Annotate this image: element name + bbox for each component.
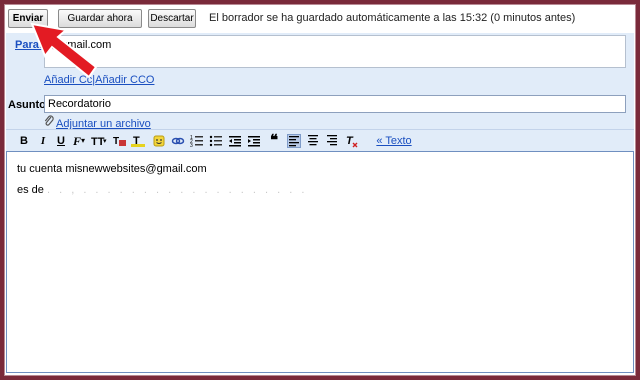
send-button[interactable]: Enviar: [8, 9, 48, 28]
add-cc-link[interactable]: Añadir Cc: [44, 74, 92, 86]
message-body-editor[interactable]: tu cuenta misnewwebsites@gmail.com es de…: [6, 151, 634, 373]
text-color-icon[interactable]: T: [112, 134, 128, 148]
emoticon-icon[interactable]: [152, 134, 166, 148]
svg-text:3: 3: [190, 143, 193, 148]
autosave-status: El borrador se ha guardado automáticamen…: [209, 12, 576, 24]
svg-text:F: F: [72, 134, 81, 148]
highlight-color-icon[interactable]: T: [131, 134, 147, 148]
svg-text:T: T: [133, 135, 140, 147]
paperclip-icon: [44, 115, 56, 130]
align-right-icon[interactable]: [325, 134, 339, 148]
link-icon[interactable]: [171, 134, 185, 148]
bulleted-list-icon[interactable]: [209, 134, 223, 148]
body-line-email: tu cuenta misnewwebsites@gmail.com: [17, 163, 207, 175]
attach-file[interactable]: Adjuntar un archivo: [44, 115, 151, 130]
align-left-icon[interactable]: [287, 134, 301, 148]
quote-icon[interactable]: ❝: [267, 133, 281, 148]
to-field-value: @gmail.com: [50, 39, 112, 51]
body-line-prefix: es de: [17, 184, 44, 196]
font-size-icon[interactable]: TT ▾: [91, 134, 109, 148]
italic-button[interactable]: I: [37, 134, 49, 148]
plain-text-link[interactable]: « Texto: [372, 134, 416, 148]
compose-toolbar: Enviar Guardar ahora Descartar El borrad…: [6, 5, 634, 33]
svg-text:▾: ▾: [103, 138, 107, 145]
numbered-list-icon[interactable]: 123: [190, 134, 204, 149]
save-now-button[interactable]: Guardar ahora: [58, 9, 142, 28]
to-label-link[interactable]: Para:: [15, 39, 43, 51]
underline-button[interactable]: U: [55, 134, 67, 148]
bold-button[interactable]: B: [18, 134, 30, 148]
increase-indent-icon[interactable]: [247, 134, 261, 148]
body-obscured-text: . . , . . . . . . . . . . . . . . . . . …: [46, 184, 308, 196]
to-field[interactable]: [44, 35, 626, 68]
font-icon[interactable]: F ▾: [72, 134, 88, 148]
subject-field[interactable]: Recordatorio: [44, 95, 626, 113]
remove-formatting-icon[interactable]: T: [345, 134, 359, 148]
svg-text:T: T: [113, 136, 119, 147]
align-center-icon[interactable]: [306, 134, 320, 148]
body-line-2: es de . . , . . . . . . . . . . . . . . …: [17, 184, 307, 196]
formatting-toolbar: B I U F ▾ TT ▾ T T 123 ❝ T « Texto: [6, 129, 634, 151]
compose-window: Enviar Guardar ahora Descartar El borrad…: [6, 5, 634, 373]
add-bcc-link[interactable]: Añadir CCO: [95, 74, 154, 86]
discard-button[interactable]: Descartar: [148, 9, 196, 28]
decrease-indent-icon[interactable]: [228, 134, 242, 148]
svg-text:▾: ▾: [81, 136, 85, 145]
cc-bcc-links: Añadir Cc|Añadir CCO: [44, 74, 154, 86]
svg-text:T: T: [346, 135, 354, 147]
compose-header: Para: @gmail.com Añadir Cc|Añadir CCO As…: [6, 33, 634, 130]
